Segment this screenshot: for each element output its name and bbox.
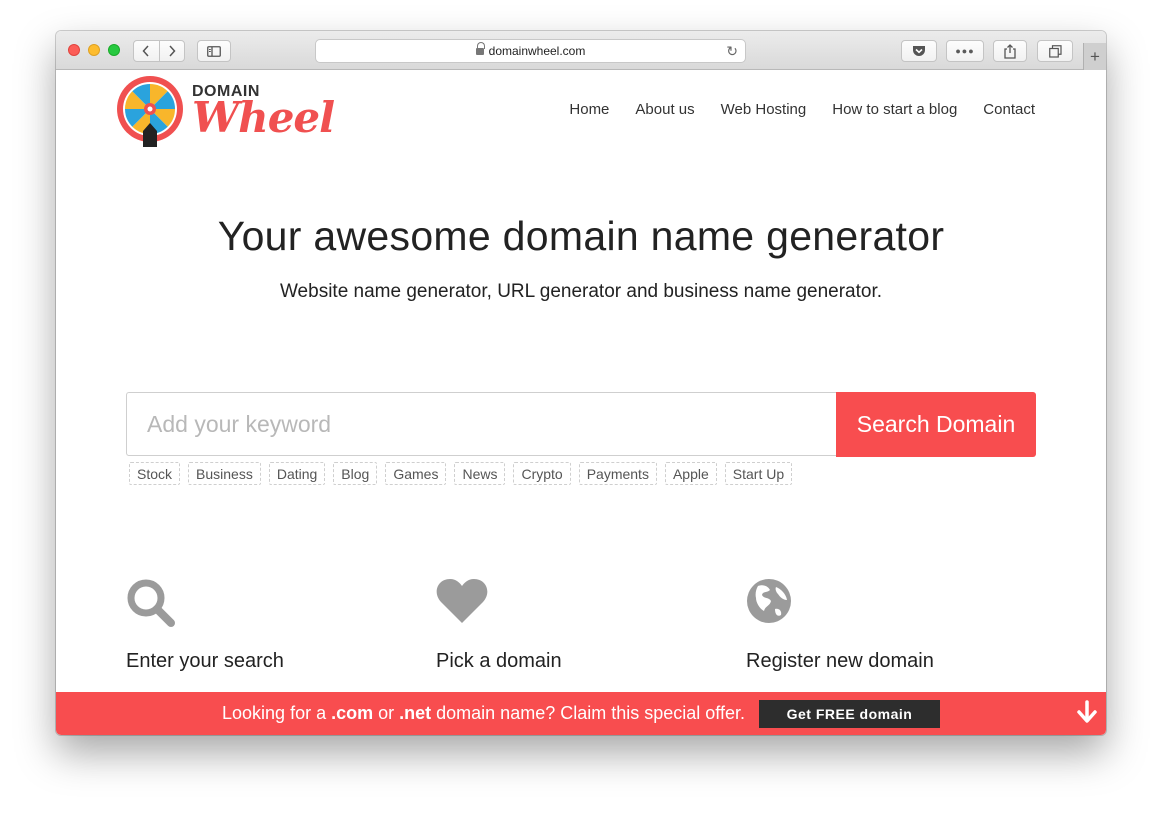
nav-contact[interactable]: Contact [983, 101, 1035, 118]
page-content: DOMAIN Wheel Home About us Web Hosting H… [56, 70, 1106, 735]
heart-icon [436, 579, 488, 623]
promo-text-part: Looking for a [222, 703, 332, 723]
feature-register-domain: Register new domain [746, 578, 1006, 673]
page-title: Your awesome domain name generator [217, 213, 945, 259]
history-nav-group [133, 40, 185, 62]
back-button[interactable] [134, 41, 159, 61]
nav-how-to-start-a-blog[interactable]: How to start a blog [832, 101, 957, 118]
tag-news[interactable]: News [454, 462, 506, 485]
tag-business[interactable]: Business [188, 462, 261, 485]
tag-games[interactable]: Games [385, 462, 447, 485]
get-free-domain-button[interactable]: Get FREE domain [758, 699, 940, 728]
pocket-icon [913, 46, 925, 56]
feature-enter-search: Enter your search [126, 578, 386, 673]
plus-icon: + [1090, 46, 1100, 66]
browser-window: domainwheel.com ↻ ●●● + DOMAIN Wheel Hom… [56, 31, 1106, 735]
globe-icon [747, 579, 791, 623]
feature-label: Register new domain [746, 650, 934, 672]
sidebar-icon [207, 45, 221, 57]
lock-icon [475, 42, 485, 56]
sidebar-toggle-button[interactable] [197, 40, 231, 62]
nav-home[interactable]: Home [569, 101, 609, 118]
extensions-button[interactable]: ●●● [946, 40, 984, 62]
feature-label: Enter your search [126, 650, 284, 672]
site-logo[interactable]: DOMAIN Wheel [116, 75, 335, 147]
arrow-down-icon [1077, 700, 1097, 723]
close-window-button[interactable] [68, 44, 80, 56]
tag-blog[interactable]: Blog [333, 462, 378, 485]
promo-text-part: domain name? Claim this special offer. [431, 703, 745, 723]
address-bar[interactable]: domainwheel.com ↻ [315, 39, 746, 63]
feature-pick-domain: Pick a domain [436, 578, 696, 673]
nav-web-hosting[interactable]: Web Hosting [721, 101, 807, 118]
promo-text-part: or [373, 703, 400, 723]
zoom-window-button[interactable] [108, 44, 120, 56]
keyword-search-input[interactable] [126, 392, 837, 456]
browser-toolbar: domainwheel.com ↻ ●●● + [56, 31, 1106, 70]
wheel-logo-icon [117, 76, 183, 147]
tag-start-up[interactable]: Start Up [724, 462, 793, 485]
new-tab-button[interactable]: + [1083, 43, 1106, 70]
promo-banner: Looking for a .com or .net domain name? … [56, 692, 1106, 735]
page-subtitle: Website name generator, URL generator an… [279, 281, 883, 302]
promo-ext-com: .com [331, 703, 374, 723]
chevron-right-icon [169, 45, 176, 57]
reload-icon[interactable]: ↻ [726, 43, 738, 60]
share-icon [1004, 43, 1016, 59]
tag-crypto[interactable]: Crypto [513, 462, 571, 485]
tab-overview-button[interactable] [1037, 40, 1073, 62]
promo-text: Looking for a .com or .net domain name? … [222, 703, 745, 724]
pocket-button[interactable] [901, 40, 937, 62]
keyword-tag-list: Stock Business Dating Blog Games News Cr… [129, 462, 793, 485]
tabs-icon [1048, 44, 1062, 58]
main-nav: Home About us Web Hosting How to start a… [569, 101, 1035, 118]
share-button[interactable] [993, 40, 1027, 62]
address-bar-url: domainwheel.com [488, 44, 586, 58]
logo-text-wheel: Wheel [192, 93, 335, 142]
search-domain-button[interactable]: Search Domain [836, 392, 1036, 457]
tag-apple[interactable]: Apple [664, 462, 717, 485]
tag-stock[interactable]: Stock [129, 462, 181, 485]
promo-ext-net: .net [399, 703, 432, 723]
tag-dating[interactable]: Dating [268, 462, 326, 485]
forward-button[interactable] [160, 41, 185, 61]
minimize-window-button[interactable] [88, 44, 100, 56]
dismiss-banner-button[interactable] [1076, 700, 1098, 729]
chevron-left-icon [142, 45, 149, 57]
tag-payments[interactable]: Payments [578, 462, 657, 485]
more-dots-icon: ●●● [955, 46, 975, 56]
search-icon [127, 579, 175, 627]
nav-about-us[interactable]: About us [635, 101, 694, 118]
feature-label: Pick a domain [436, 650, 562, 672]
